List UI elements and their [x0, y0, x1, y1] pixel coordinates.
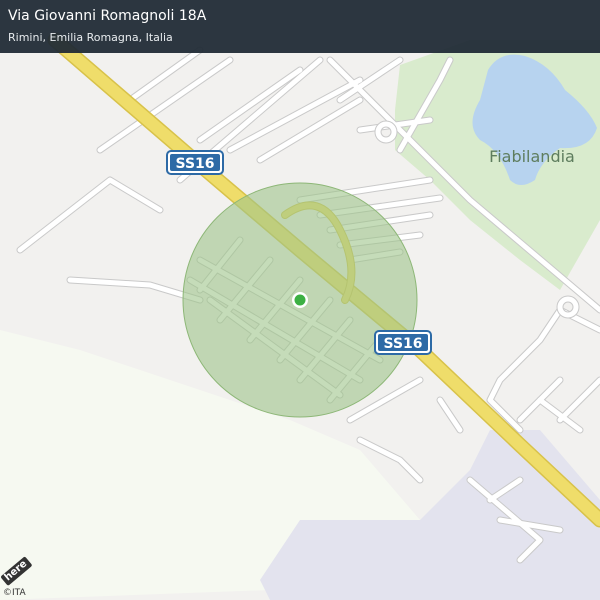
address-locality: Rimini, Emilia Romagna, Italia	[8, 31, 173, 44]
road-shield-label: SS16	[175, 156, 214, 172]
map-canvas[interactable]: SS16 SS16 Fiabilandia	[0, 0, 600, 600]
location-marker-icon[interactable]	[292, 292, 308, 308]
map-attribution: ©ITA	[3, 588, 26, 598]
road-shield-label: SS16	[383, 336, 422, 352]
road-shield-ss16-south: SS16	[374, 330, 432, 355]
address-header: Via Giovanni Romagnoli 18A Rimini, Emili…	[0, 0, 600, 53]
address-title: Via Giovanni Romagnoli 18A	[8, 8, 207, 24]
road-shield-ss16-north: SS16	[166, 150, 224, 175]
park-label: Fiabilandia	[489, 147, 575, 166]
